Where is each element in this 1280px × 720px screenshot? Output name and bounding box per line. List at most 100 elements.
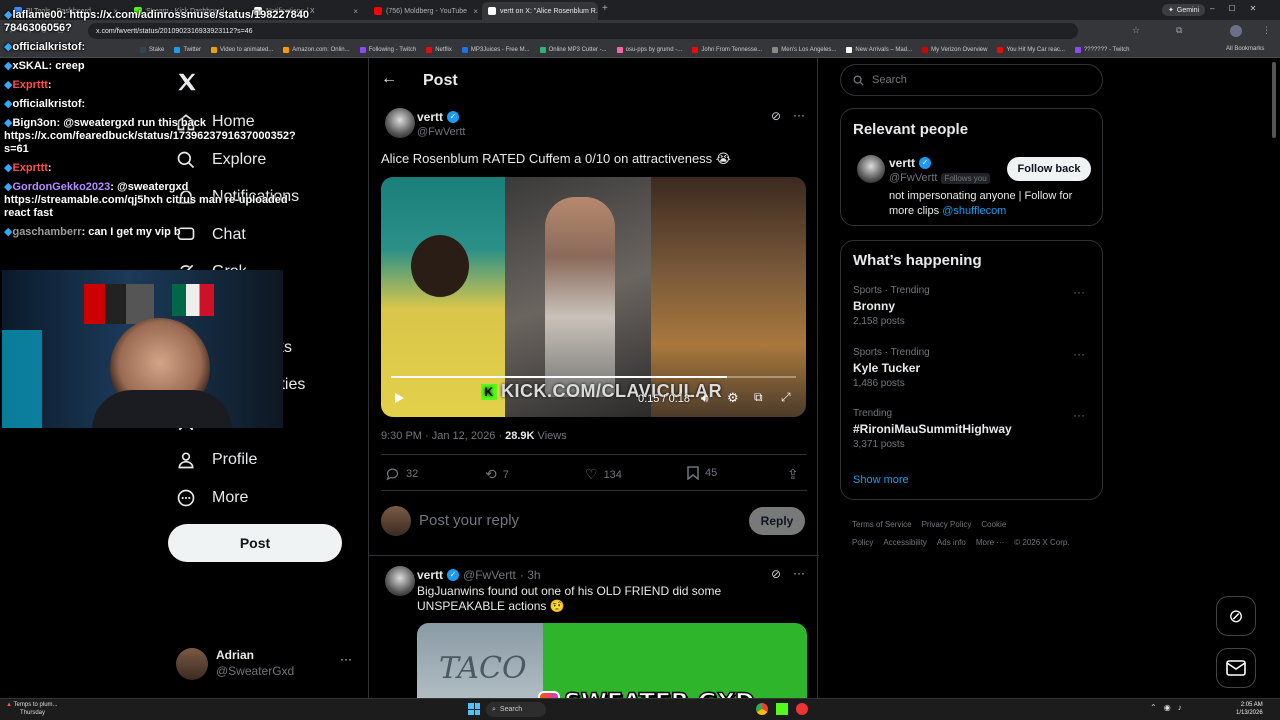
- trend-item[interactable]: Trending #RironiMauSummitHighway 3,371 pos…: [853, 408, 1093, 450]
- follow-back-button[interactable]: Follow back: [1007, 157, 1091, 181]
- bookmark-item[interactable]: ??????? - Twitch: [1074, 46, 1130, 53]
- scrollbar[interactable]: [1272, 62, 1276, 138]
- minimize-button[interactable]: –: [1210, 4, 1214, 13]
- chat-username: xSKAL: [12, 60, 49, 72]
- footer-link[interactable]: Privacy Policy: [922, 520, 972, 529]
- bookmark-favicon-icon: [359, 46, 366, 53]
- bookmark-item[interactable]: Following - Twitch: [359, 46, 416, 53]
- next-post-avatar[interactable]: [385, 566, 415, 596]
- account-switcher[interactable]: Adrian @SweaterGxd ···: [176, 646, 356, 682]
- play-icon[interactable]: [393, 392, 405, 404]
- close-window-button[interactable]: ✕: [1250, 4, 1257, 13]
- close-tab-icon[interactable]: ×: [473, 7, 478, 16]
- obs-icon[interactable]: [796, 703, 808, 715]
- bookmark-item[interactable]: New Arrivals – Mad...: [846, 46, 912, 53]
- person-name-row[interactable]: vertt ✓: [889, 156, 932, 170]
- video-progress-track[interactable]: [391, 376, 796, 378]
- messages-float-button[interactable]: [1216, 648, 1256, 688]
- bookmark-item[interactable]: osu-pps by grumd -...: [616, 46, 682, 53]
- bookmark-action[interactable]: 45: [687, 466, 717, 480]
- tray-chevron-icon[interactable]: ⌃: [1150, 703, 1157, 712]
- footer-link[interactable]: Ads info: [937, 538, 966, 547]
- new-tab-button[interactable]: +: [602, 3, 608, 14]
- trend-more-icon[interactable]: ···: [1073, 347, 1085, 361]
- post-more-icon[interactable]: ···: [793, 108, 805, 122]
- extensions-icon[interactable]: ⧉: [1176, 25, 1182, 36]
- volume-icon[interactable]: 🔊︎: [701, 391, 709, 406]
- grok-icon[interactable]: ⊘: [771, 567, 781, 581]
- chat-text: can I get my vip b: [88, 226, 181, 238]
- taskbar-search[interactable]: ⌕ Search: [486, 702, 546, 717]
- bookmark-item[interactable]: You Hit My Car reac...: [997, 46, 1065, 53]
- trend-item[interactable]: Sports · Trending Bronny 2,158 posts ···: [853, 285, 1093, 327]
- speaker-icon[interactable]: ♪: [1178, 703, 1182, 712]
- close-tab-icon[interactable]: ×: [353, 7, 358, 16]
- next-post-text: BigJuanwins found out one of his OLD FRI…: [417, 584, 722, 613]
- weather-widget[interactable]: ▲ Temps to plum... Thursday: [6, 701, 58, 717]
- reply-action[interactable]: 32: [385, 466, 418, 481]
- wifi-icon[interactable]: ◉: [1164, 703, 1171, 712]
- chrome-icon[interactable]: [756, 703, 768, 715]
- bookmark-item[interactable]: Online MP3 Cutter -...: [539, 46, 607, 53]
- grok-float-button[interactable]: ⊘: [1216, 596, 1256, 636]
- bookmark-item[interactable]: Netflix: [426, 46, 452, 53]
- bookmark-item[interactable]: Stake: [140, 46, 164, 53]
- grok-icon[interactable]: ⊘: [771, 109, 781, 123]
- popout-icon[interactable]: ⧉: [754, 390, 763, 405]
- trend-item[interactable]: Sports · Trending Kyle Tucker 1,486 posts ·…: [853, 347, 1093, 389]
- search-input[interactable]: Search: [840, 64, 1103, 96]
- reply-button[interactable]: Reply: [749, 507, 805, 535]
- person-avatar[interactable]: [857, 155, 885, 183]
- chat-message: ◆laflame00: https://x.com/adinrossmuse/s…: [4, 9, 310, 34]
- nav-item-more[interactable]: More: [176, 488, 248, 508]
- browser-tab[interactable]: vertt on X: "Alice Rosenblum R...×: [482, 2, 598, 20]
- post-video[interactable]: K KICK.COM/CLAVICULAR 0:15 / 0:18 🔊︎ ⚙ ⧉…: [381, 177, 806, 417]
- kick-icon[interactable]: [776, 703, 788, 715]
- next-post-media[interactable]: TACO: [417, 623, 807, 698]
- account-more-icon[interactable]: ···: [340, 652, 352, 666]
- bookmark-item[interactable]: Twitter: [174, 46, 201, 53]
- next-post-header[interactable]: vertt ✓ @FwVertt · 3h: [417, 568, 541, 582]
- footer-link[interactable]: Accessibility: [883, 538, 927, 547]
- profile-avatar[interactable]: [1230, 25, 1242, 37]
- author-avatar[interactable]: [385, 108, 415, 138]
- clock[interactable]: 2:05 AM 1/13/2026: [1236, 701, 1263, 717]
- author-handle[interactable]: @FwVertt: [417, 126, 465, 138]
- post-more-icon[interactable]: ···: [793, 566, 805, 580]
- menu-icon[interactable]: ⋮: [1262, 25, 1271, 36]
- bio-link[interactable]: @shufflecom: [942, 205, 1006, 217]
- bookmark-item[interactable]: Video to animated...: [211, 46, 273, 53]
- settings-icon[interactable]: ⚙: [727, 390, 739, 406]
- verified-badge-icon: ✓: [447, 111, 460, 123]
- trend-more-icon[interactable]: ···: [1073, 408, 1085, 422]
- post-button[interactable]: Post: [168, 524, 342, 562]
- footer-link[interactable]: Terms of Service: [852, 520, 912, 529]
- footer-link[interactable]: © 2026 X Corp.: [1014, 538, 1069, 547]
- bookmark-item[interactable]: MP3Juices - Free M...: [461, 46, 530, 53]
- repost-action[interactable]: ⟲ 7: [485, 466, 509, 483]
- footer-link[interactable]: More ···: [976, 538, 1004, 547]
- gemini-button[interactable]: ✦ Gemini: [1162, 4, 1206, 16]
- bookmark-item[interactable]: John From Tennesse...: [692, 46, 762, 53]
- author-name-row[interactable]: vertt ✓: [417, 110, 460, 124]
- nav-item-profile[interactable]: Profile: [176, 450, 257, 470]
- start-icon[interactable]: [468, 703, 480, 715]
- fullscreen-icon[interactable]: ⤢: [781, 390, 791, 405]
- trend-more-icon[interactable]: ···: [1073, 285, 1085, 299]
- chat-message: ◆Exprttt:: [4, 162, 55, 174]
- bookmark-item[interactable]: My Verizon Overview: [922, 46, 987, 53]
- browser-tab[interactable]: (756) Moldberg - YouTube ×: [368, 2, 484, 20]
- bookmark-star-icon[interactable]: ☆: [1132, 25, 1140, 36]
- reply-input[interactable]: Post your reply: [419, 512, 519, 529]
- share-icon[interactable]: ⇪: [787, 466, 799, 483]
- chat-username: officialkristof: [12, 98, 82, 110]
- maximize-button[interactable]: ☐: [1228, 4, 1235, 13]
- show-more-link[interactable]: Show more: [853, 474, 909, 486]
- all-bookmarks[interactable]: All Bookmarks: [1226, 46, 1264, 52]
- bookmark-item[interactable]: Amazon.com: Onlin...: [283, 46, 350, 53]
- nav-item-chat[interactable]: Chat: [176, 225, 246, 245]
- back-arrow-icon[interactable]: ←: [381, 70, 397, 88]
- bookmark-item[interactable]: Men's Los Angeles...: [772, 46, 836, 53]
- like-action[interactable]: ♡ 134: [585, 466, 622, 483]
- x-logo-icon[interactable]: [176, 71, 198, 93]
